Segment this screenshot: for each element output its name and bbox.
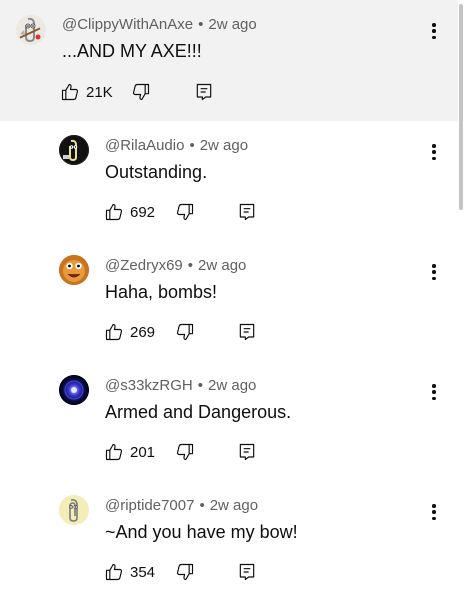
comment-username[interactable]: @ClippyWithAnAxe [62,16,193,33]
like-button[interactable]: 269 [104,322,155,342]
thumbs-down-icon [176,443,194,461]
like-button[interactable]: 354 [104,562,155,582]
comment-timestamp[interactable]: 2w ago [208,16,256,33]
comment-actions: 21K [60,80,214,104]
comment-meta: @ClippyWithAnAxe • 2w ago [62,16,257,33]
avatar[interactable] [59,255,89,285]
like-button[interactable]: 692 [104,202,155,222]
comment-actions: 692 [104,200,257,224]
comment-text: Armed and Dangerous. [105,402,292,422]
like-count: 692 [130,203,156,221]
avatar[interactable] [16,15,46,45]
thumbs-up-icon [105,203,123,221]
like-button[interactable]: 201 [104,442,155,462]
comment-timestamp[interactable]: 2w ago [200,137,248,154]
reply-comment: @s33kzRGH • 2w ago Armed and Dangerous. 20… [0,361,458,481]
avatar[interactable] [59,375,89,405]
clippy-axe-avatar-icon [16,15,46,45]
thumbs-down-icon [176,563,194,581]
dislike-button[interactable] [175,442,195,462]
thumbs-down-icon [176,203,194,221]
more-vertical-icon[interactable] [430,20,438,42]
reply-comment: @RilaAudio • 2w ago Outstanding. 692 [0,121,458,241]
comment-text: Haha, bombs! [105,282,218,302]
comment-actions: 201 [104,440,257,464]
blue-orb-avatar-icon [59,375,89,405]
clippy-dark-avatar-icon [59,135,89,165]
more-vertical-icon[interactable] [430,141,438,163]
like-count: 269 [130,323,156,341]
scrollbar[interactable] [459,4,463,210]
clippy-yellow-avatar-icon [59,495,89,525]
thumbs-down-icon [176,323,194,341]
more-vertical-icon[interactable] [430,261,438,283]
dislike-button[interactable] [175,202,195,222]
comment-username[interactable]: @RilaAudio [105,137,184,154]
like-count: 354 [130,563,156,581]
comment-timestamp[interactable]: 2w ago [210,497,258,514]
meta-separator: • [189,137,195,154]
reply-comment-icon [239,323,255,341]
comment-username[interactable]: @s33kzRGH [105,377,193,394]
thumbs-down-icon [132,83,149,101]
meta-separator: • [198,16,204,33]
comment-text: ~And you have my bow! [105,522,298,542]
comment-meta: @riptide7007 • 2w ago [105,497,258,514]
meta-separator: • [197,377,204,394]
reply-comment-icon [239,563,255,581]
reply-comment-icon [239,443,255,461]
more-vertical-icon[interactable] [430,501,438,523]
reply-button[interactable] [237,202,257,222]
comment-timestamp[interactable]: 2w ago [198,257,246,274]
comment-meta: @RilaAudio • 2w ago [105,137,248,154]
thumbs-up-icon [105,563,123,581]
dislike-button[interactable] [175,322,195,342]
meta-separator: • [199,497,205,514]
comment-actions: 269 [104,320,257,344]
comment-timestamp[interactable]: 2w ago [208,377,256,394]
comment-text: Outstanding. [105,162,208,182]
comment-meta: @s33kzRGH • 2w ago [105,377,256,394]
reply-button[interactable] [237,322,257,342]
orange-face-avatar-icon [59,255,89,285]
meta-separator: • [187,257,194,274]
reply-button[interactable] [237,562,257,582]
reply-button[interactable] [237,442,257,462]
comment-username[interactable]: @Zedryx69 [105,257,183,274]
more-vertical-icon[interactable] [430,381,438,403]
avatar[interactable] [59,135,89,165]
comment-text: ...AND MY AXE!!! [62,41,202,61]
like-button[interactable]: 21K [60,82,113,102]
dislike-button[interactable] [131,82,151,102]
avatar[interactable] [59,495,89,525]
reply-comment-icon [196,83,211,101]
like-count: 21K [86,83,113,101]
thumbs-up-icon [105,443,123,461]
reply-comment: @riptide7007 • 2w ago ~And you have my bow… [0,481,458,600]
comment-meta: @Zedryx69 • 2w ago [105,257,246,274]
thumbs-up-icon [61,83,79,101]
reply-comment: @Zedryx69 • 2w ago Haha, bombs! 269 [0,241,458,361]
comment-thread-highlighted: @ClippyWithAnAxe • 2w ago ...AND MY AXE!!!… [0,0,458,121]
dislike-button[interactable] [175,562,195,582]
reply-comment-icon [239,203,255,221]
comment-username[interactable]: @riptide7007 [105,497,194,514]
thumbs-up-icon [105,323,123,341]
like-count: 201 [130,443,156,461]
comment-actions: 354 [104,560,257,584]
reply-button[interactable] [194,82,214,102]
